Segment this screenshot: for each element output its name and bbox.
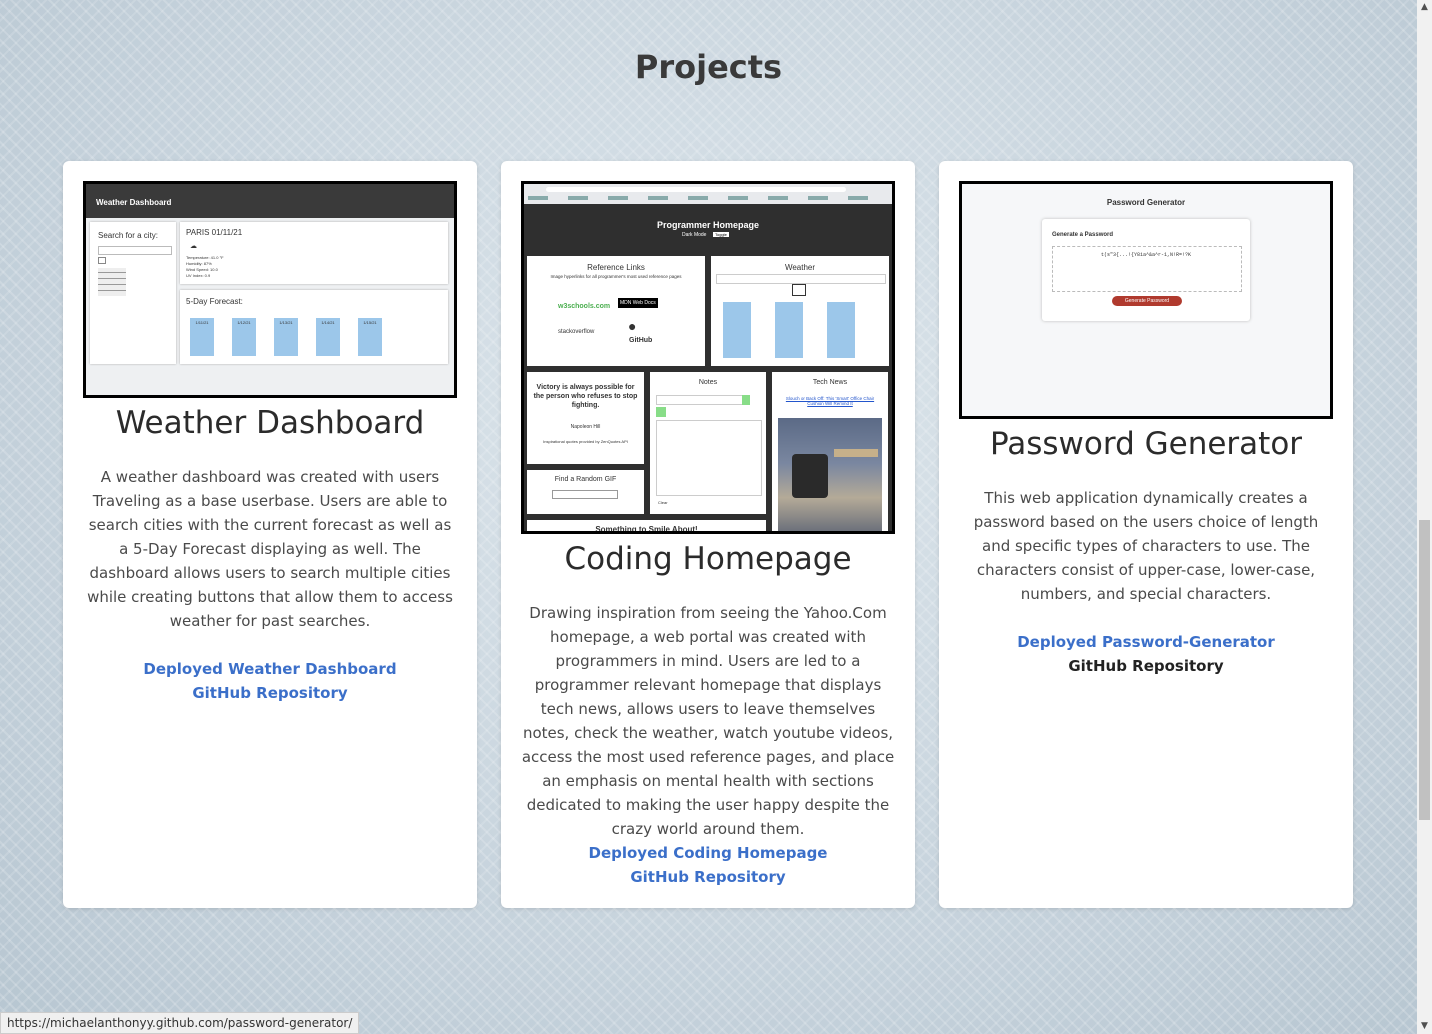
thumb-password: t(s"3{...!{Y8ia^&a^r-1,N!R=!?K xyxy=(1100,252,1191,258)
thumb-forecast-day: 1/14/21 xyxy=(316,318,340,356)
thumb-forecast-day: 1/11/21 xyxy=(190,318,214,356)
thumb-stat-0: Temperature: 41.0 °F xyxy=(186,255,224,260)
page: Projects Weather Dashboard Search for a … xyxy=(0,0,1417,1034)
thumb-forecast-date: 1/15/21 xyxy=(363,320,377,325)
thumb-header: Password Generator xyxy=(1106,198,1186,207)
card-title: Coding Homepage xyxy=(564,541,852,577)
thumb-quote: Victory is always possible for the perso… xyxy=(533,384,638,409)
github-link[interactable]: GitHub Repository xyxy=(501,865,915,889)
project-card-password: Password Generator Generate a Password t… xyxy=(939,161,1353,908)
thumb-clear: Clear xyxy=(658,500,668,505)
thumb-forecast-day: 1/12/21 xyxy=(232,318,256,356)
status-bar-url: https://michaelanthonyy.github.com/passw… xyxy=(0,1012,360,1034)
scroll-down-icon[interactable]: ▼ xyxy=(1417,1019,1432,1034)
thumb-search-label: Search for a city: xyxy=(98,231,159,240)
thumb-weather: Weather xyxy=(784,263,816,272)
thumb-mdn: MDN Web Docs xyxy=(618,298,658,308)
weather-dashboard-screenshot[interactable]: Weather Dashboard Search for a city: PAR… xyxy=(83,181,457,398)
thumb-weather-day xyxy=(827,302,855,358)
thumb-forecast-date: 1/13/21 xyxy=(279,320,293,325)
thumb-stat-1: Humidity: 87% xyxy=(186,261,212,266)
card-links: Deployed Coding Homepage GitHub Reposito… xyxy=(501,841,915,889)
deployed-link[interactable]: Deployed Coding Homepage xyxy=(501,841,915,865)
thumb-notes: Notes xyxy=(698,379,718,386)
thumb-tech-news: Tech News xyxy=(812,379,848,386)
scroll-up-icon[interactable]: ▲ xyxy=(1417,0,1432,15)
thumb-forecast-day: 1/13/21 xyxy=(274,318,298,356)
card-description: This web application dynamically creates… xyxy=(973,489,1319,603)
thumb-quote-author: Napoleon Hill xyxy=(570,424,601,430)
password-generator-screenshot[interactable]: Password Generator Generate a Password t… xyxy=(959,181,1333,419)
thumb-forecast-day: 1/15/21 xyxy=(358,318,382,356)
github-link[interactable]: GitHub Repository xyxy=(63,681,477,705)
thumb-github: GitHub xyxy=(629,337,653,344)
card-title: Weather Dashboard xyxy=(115,405,425,441)
thumb-gif: Find a Random GIF xyxy=(554,476,617,483)
card-description: Drawing inspiration from seeing the Yaho… xyxy=(521,604,895,838)
scrollbar-thumb[interactable] xyxy=(1419,520,1430,820)
project-card-homepage: Programmer Homepage Dark Mode Toggle Ref… xyxy=(501,161,915,908)
thumb-weather-day xyxy=(775,302,803,358)
vertical-scrollbar[interactable]: ▲ ▼ xyxy=(1417,0,1432,1034)
thumb-so: stackoverflow xyxy=(558,329,595,335)
thumb-quote-credit: Inspirational quotes provided by ZenQuot… xyxy=(543,439,628,444)
github-link[interactable]: GitHub Repository xyxy=(939,654,1353,678)
section-title: Projects xyxy=(634,48,783,86)
thumb-header: Programmer Homepage xyxy=(656,220,760,230)
deployed-link[interactable]: Deployed Password-Generator xyxy=(939,630,1353,654)
deployed-link[interactable]: Deployed Weather Dashboard xyxy=(63,657,477,681)
thumb-news-link: Slouch or Back Off: This 'Smart' Office … xyxy=(785,396,875,406)
thumb-w3: w3schools.com xyxy=(558,303,611,310)
thumb-sub: Generate a Password xyxy=(1052,232,1114,238)
card-links: Deployed Weather Dashboard GitHub Reposi… xyxy=(63,657,477,705)
thumb-stat-3: UV Index: 0.9 xyxy=(186,273,211,278)
coding-homepage-screenshot[interactable]: Programmer Homepage Dark Mode Toggle Ref… xyxy=(521,181,895,534)
card-title: Password Generator xyxy=(989,426,1303,462)
thumb-dark-mode: Dark Mode xyxy=(682,232,707,238)
thumb-toggle: Toggle xyxy=(713,232,729,237)
card-links: Deployed Password-Generator GitHub Repos… xyxy=(939,630,1353,678)
thumb-reference-sub: Image hyperlinks for all programmer's mo… xyxy=(550,274,682,279)
card-description: A weather dashboard was created with use… xyxy=(87,468,453,630)
thumb-forecast-date: 1/12/21 xyxy=(237,320,251,325)
thumb-header: Weather Dashboard xyxy=(96,198,172,207)
project-card-weather: Weather Dashboard Search for a city: PAR… xyxy=(63,161,477,908)
thumb-stat-2: Wind Speed: 10.0 xyxy=(186,267,218,272)
thumb-reference: Reference Links xyxy=(587,263,645,272)
thumb-forecast-date: 1/11/21 xyxy=(195,320,209,325)
thumb-weather-day xyxy=(723,302,751,358)
thumb-forecast-label: 5-Day Forecast: xyxy=(186,297,243,306)
thumb-forecast-date: 1/14/21 xyxy=(321,320,335,325)
thumb-city: PARIS 01/11/21 xyxy=(186,228,243,237)
thumb-smile: Something to Smile About! xyxy=(595,525,698,534)
thumb-generate-button: Generate Password xyxy=(1112,296,1182,306)
